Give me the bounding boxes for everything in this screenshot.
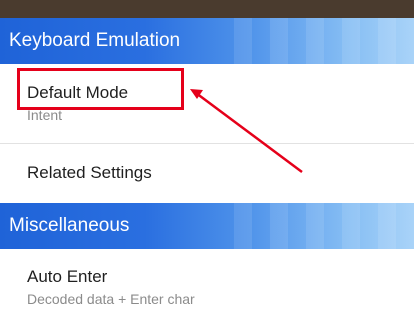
setting-title: Auto Enter xyxy=(27,267,108,286)
section-header-keyboard-emulation: Keyboard Emulation xyxy=(0,18,414,64)
setting-auto-enter[interactable]: Auto Enter Decoded data + Enter char xyxy=(0,249,414,325)
setting-title: Default Mode xyxy=(27,83,129,102)
section-title: Keyboard Emulation xyxy=(9,30,181,51)
section-title: Miscellaneous xyxy=(9,215,130,236)
settings-screen: Keyboard Emulation Default Mode Intent R… xyxy=(0,0,414,325)
setting-value: Intent xyxy=(27,107,63,123)
setting-default-mode[interactable]: Default Mode Intent xyxy=(0,64,414,144)
section-header-miscellaneous: Miscellaneous xyxy=(0,203,414,249)
setting-value: Decoded data + Enter char xyxy=(27,291,195,307)
setting-related-settings[interactable]: Related Settings xyxy=(0,144,414,203)
top-edge xyxy=(0,0,414,18)
header-decoration xyxy=(234,203,414,249)
header-decoration xyxy=(234,18,414,64)
setting-title: Related Settings xyxy=(27,163,152,182)
